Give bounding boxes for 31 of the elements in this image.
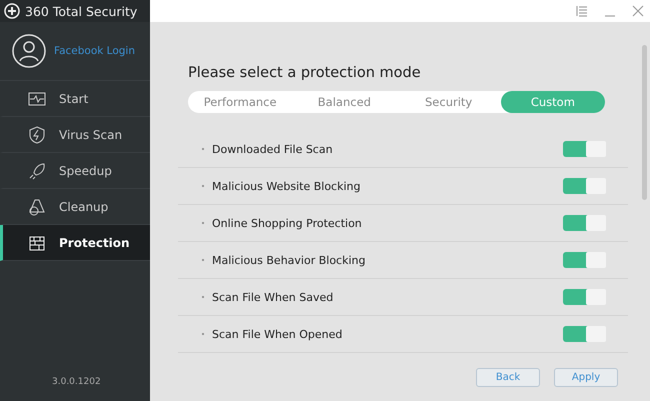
toggle-switch[interactable] xyxy=(563,178,606,194)
mode-tab[interactable]: Custom xyxy=(500,91,605,113)
sidebar-item[interactable]: Protection xyxy=(0,225,150,261)
shield-icon xyxy=(27,124,47,144)
mode-tab[interactable]: Performance xyxy=(188,91,292,113)
rocket-icon xyxy=(27,160,47,180)
footer-button[interactable]: Back xyxy=(476,368,540,387)
page-heading: Please select a protection mode xyxy=(188,65,422,81)
menu-icon[interactable] xyxy=(576,5,588,17)
toggle-switch[interactable] xyxy=(563,326,606,342)
version-label: 3.0.0.1202 xyxy=(51,377,102,389)
setting-label: Online Shopping Protection xyxy=(212,216,363,230)
toggle-switch[interactable] xyxy=(563,252,606,268)
broom-icon xyxy=(27,196,47,216)
app-title: 360 Total Security xyxy=(25,4,138,18)
scrollbar[interactable] xyxy=(642,45,647,200)
setting-label: Malicious Website Blocking xyxy=(212,180,362,192)
toggle-switch[interactable] xyxy=(563,215,606,231)
login-link[interactable]: Facebook Login xyxy=(54,45,136,57)
mode-tab[interactable]: Security xyxy=(396,91,501,113)
mode-tab[interactable]: Balanced xyxy=(292,91,396,113)
setting-label: Scan File When Saved xyxy=(212,290,334,304)
close-icon[interactable] xyxy=(632,5,644,17)
setting-label: Downloaded File Scan xyxy=(212,142,334,156)
toggle-switch[interactable] xyxy=(563,289,606,305)
setting-label: Malicious Behavior Blocking xyxy=(212,254,366,266)
footer-button[interactable]: Apply xyxy=(554,368,618,387)
toggle-switch[interactable] xyxy=(563,141,606,157)
avatar-icon[interactable] xyxy=(12,34,46,68)
plus-logo-icon xyxy=(4,3,20,19)
setting-label: Scan File When Opened xyxy=(212,328,344,340)
